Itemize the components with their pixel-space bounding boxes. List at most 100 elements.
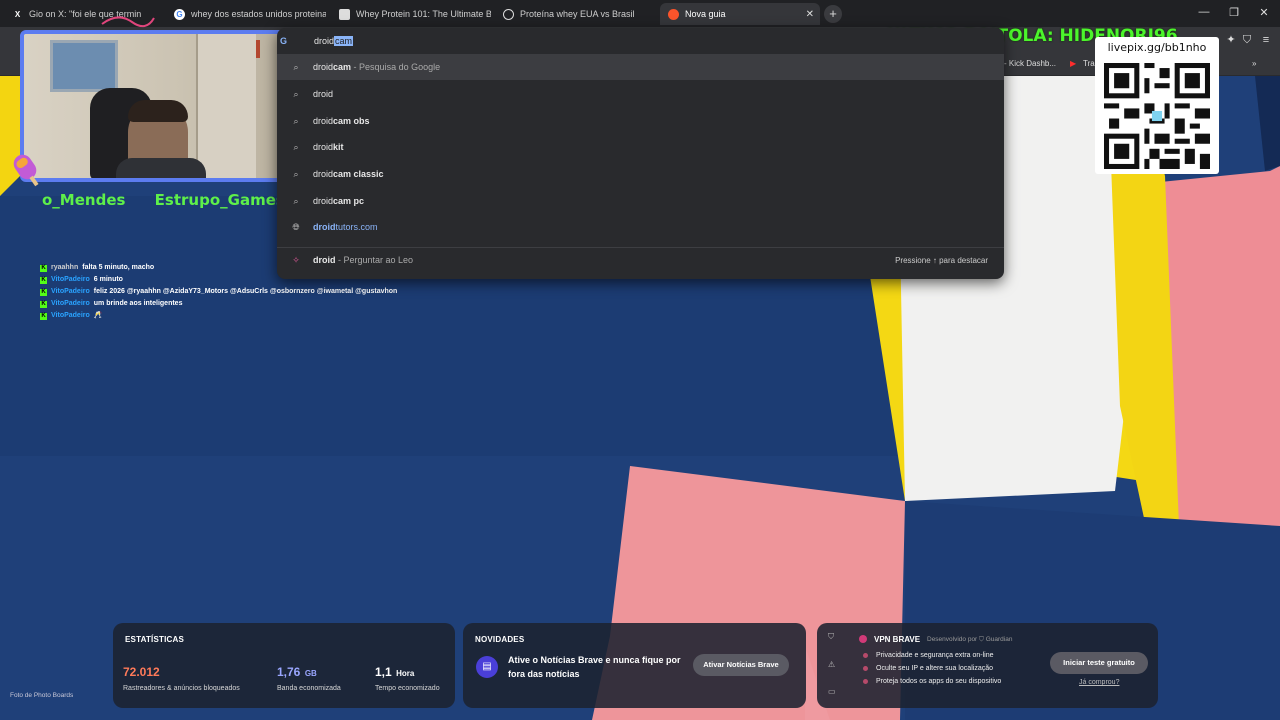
scribble-decoration bbox=[101, 16, 155, 28]
bookmark-trans[interactable]: Tra bbox=[1083, 59, 1095, 68]
warning-icon[interactable]: ⚠ bbox=[828, 660, 835, 669]
suggestion-item[interactable]: ⌕ droid bbox=[277, 81, 1004, 107]
chat-user: VitoPadeiro bbox=[51, 288, 90, 295]
address-bar-input[interactable]: G droid cam bbox=[280, 32, 354, 50]
suggestion-item[interactable]: ⌕ droidcam obs bbox=[277, 108, 1004, 134]
suggestion-completion: cam classic bbox=[333, 169, 384, 179]
chatgpt-icon bbox=[503, 8, 514, 20]
chat-text: um brinde aos inteligentes bbox=[93, 300, 183, 307]
leo-query: droid bbox=[313, 255, 336, 265]
new-tab-button[interactable]: + bbox=[824, 5, 842, 23]
card-icon[interactable]: ▭ bbox=[828, 687, 836, 696]
stats-widget: ESTATÍSTICAS 72.012 Rastreadores & anúnc… bbox=[113, 623, 455, 708]
suggestion-completion: kit bbox=[333, 142, 344, 152]
vpn-feature: Proteja todos os apps do seu dispositivo bbox=[863, 678, 1001, 685]
close-icon[interactable]: ✕ bbox=[806, 9, 814, 20]
suggestion-prefix: droid bbox=[313, 222, 336, 232]
kick-icon: K bbox=[40, 288, 47, 296]
vpn-widget: ⛉ ⚠ ▭ VPN BRAVE Desenvolvido por ⛉ Guard… bbox=[817, 623, 1158, 708]
vpn-developer-label: Desenvolvido por bbox=[927, 636, 978, 643]
stats-title: ESTATÍSTICAS bbox=[125, 635, 184, 644]
vpn-feature: Privacidade e segurança extra on-line bbox=[863, 652, 994, 659]
suggestion-item[interactable]: ⌕ droidkit bbox=[277, 134, 1004, 160]
search-icon: ⌕ bbox=[293, 141, 299, 152]
livepix-url: livepix.gg/bb1nho bbox=[1107, 41, 1207, 54]
chat-user: VitoPadeiro bbox=[51, 312, 90, 319]
bandwidth-label: Banda economizada bbox=[277, 685, 341, 692]
webcam-feed bbox=[20, 30, 290, 182]
chat-user: VitoPadeiro bbox=[51, 276, 90, 283]
page-icon bbox=[339, 8, 350, 20]
tab-chatgpt[interactable]: Proteína whey EUA vs Brasil bbox=[495, 3, 655, 25]
ask-leo-item[interactable]: ✧ droid - Perguntar ao Leo Pressione ↑ p… bbox=[277, 247, 1004, 273]
tab-title: Proteína whey EUA vs Brasil bbox=[520, 9, 635, 19]
sparkle-icon[interactable]: ✦ bbox=[1224, 33, 1238, 47]
menu-icon[interactable]: ≡ bbox=[1259, 33, 1273, 47]
search-icon: ⌕ bbox=[293, 88, 299, 99]
search-icon: ⌕ bbox=[293, 115, 299, 126]
search-icon: ⌕ bbox=[293, 61, 299, 72]
suggestion-prefix: droid bbox=[313, 196, 334, 206]
popsicle-sticker bbox=[13, 154, 39, 187]
enable-news-button[interactable]: Ativar Notícias Brave bbox=[693, 654, 789, 676]
news-description: Ative o Notícias Brave e nunca fique por… bbox=[508, 655, 681, 679]
kick-icon: K bbox=[40, 276, 47, 284]
suggestion-completion: cam obs bbox=[333, 116, 370, 126]
search-icon: ⌕ bbox=[293, 195, 299, 206]
vpn-logo-icon bbox=[859, 635, 867, 643]
time-unit: Hora bbox=[396, 669, 415, 678]
search-engine-icon: G bbox=[280, 36, 288, 46]
chat-user: VitoPadeiro bbox=[51, 300, 90, 307]
bandwidth-unit: GB bbox=[304, 669, 317, 678]
chat-text: feliz 2026 @ryaahhn @AzidaY73_Motors @Ad… bbox=[93, 288, 398, 295]
globe-icon: 🌐︎ bbox=[292, 221, 300, 232]
search-icon: ⌕ bbox=[293, 168, 299, 179]
leo-icon: ✧ bbox=[292, 254, 300, 265]
chat-message: K VitoPadeiro feliz 2026 @ryaahhn @Azida… bbox=[40, 286, 397, 298]
minimize-icon[interactable]: — bbox=[1194, 6, 1214, 18]
kick-icon: K bbox=[40, 264, 47, 272]
vpn-feature: Oculte seu IP e altere sua localização bbox=[863, 665, 993, 672]
tab-title: whey dos estados unidos proteina q bbox=[191, 9, 326, 19]
news-widget: NOVIDADES ▤ Ative o Notícias Brave e nun… bbox=[463, 623, 806, 708]
suggestion-item[interactable]: ⌕ droidcam pc bbox=[277, 188, 1004, 214]
restore-icon[interactable]: ❐ bbox=[1224, 6, 1244, 19]
suggestion-item[interactable]: ⌕ droidcam - Pesquisa do Google bbox=[277, 54, 1004, 80]
brave-shield-icon[interactable]: ⛉ bbox=[1240, 33, 1254, 47]
vpn-developer-brand: Guardian bbox=[985, 636, 1013, 643]
close-window-icon[interactable]: ✕ bbox=[1254, 6, 1274, 19]
shield-icon[interactable]: ⛉ bbox=[828, 632, 834, 642]
autocomplete-text: cam bbox=[334, 36, 354, 46]
more-bookmarks-icon[interactable]: » bbox=[1252, 59, 1256, 68]
suggestion-prefix: droid bbox=[313, 116, 334, 126]
chat-text: 6 minuto bbox=[93, 276, 123, 283]
tab-whey-protein[interactable]: Whey Protein 101: The Ultimate Beg bbox=[331, 3, 491, 25]
bandwidth-value: 1,76 bbox=[277, 665, 301, 679]
tab-strip: X Gio on X: "foi ele que termin G whey d… bbox=[0, 0, 1280, 27]
start-trial-button[interactable]: Iniciar teste gratuito bbox=[1050, 652, 1148, 674]
tab-new-tab[interactable]: Nova guia ✕ bbox=[660, 3, 820, 25]
chat-message: K VitoPadeiro um brinde aos inteligentes bbox=[40, 298, 397, 310]
google-logo-icon: G bbox=[174, 8, 185, 20]
photo-credit[interactable]: Foto de Photo Boards bbox=[10, 692, 73, 699]
marquee-name: Estrupo_Games bbox=[154, 191, 285, 209]
trackers-label: Rastreadores & anúncios bloqueados bbox=[123, 685, 240, 692]
time-value: 1,1 bbox=[375, 665, 392, 679]
bookmark-kick[interactable]: - Kick Dashb... bbox=[1004, 59, 1056, 68]
vpn-developer: Desenvolvido por ⛉ Guardian bbox=[927, 636, 1012, 644]
vpn-title: VPN BRAVE bbox=[874, 635, 921, 644]
suggestion-completion: cam pc bbox=[333, 196, 365, 206]
kick-icon: K bbox=[40, 312, 47, 320]
tab-google-search[interactable]: G whey dos estados unidos proteina q bbox=[166, 3, 326, 25]
livepix-qr-panel: livepix.gg/bb1nho bbox=[1095, 37, 1219, 174]
suggestion-source: - Pesquisa do Google bbox=[353, 62, 441, 72]
suggestion-item[interactable]: 🌐︎ droidtutors.com bbox=[277, 214, 1004, 240]
marquee-name: o_Mendes bbox=[42, 191, 126, 209]
suggestion-item[interactable]: ⌕ droidcam classic bbox=[277, 161, 1004, 187]
suggestion-prefix: droid bbox=[313, 62, 334, 72]
bandwidth-stat: 1,76 GB Banda economizada bbox=[277, 663, 341, 692]
chat-text: falta 5 minuto, macho bbox=[82, 264, 155, 271]
already-purchased-link[interactable]: Já comprou? bbox=[1079, 679, 1119, 686]
chat-user: ryaahhn bbox=[51, 264, 79, 271]
tab-title: Whey Protein 101: The Ultimate Beg bbox=[356, 9, 491, 19]
